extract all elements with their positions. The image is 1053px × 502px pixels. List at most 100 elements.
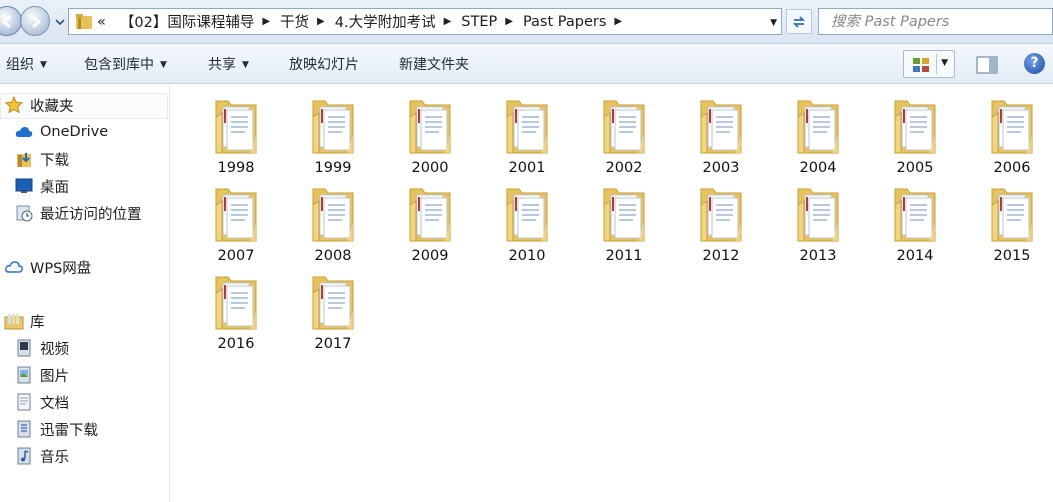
nav-favorites[interactable]: 收藏夹 [4,94,74,116]
search-box[interactable] [818,8,1053,35]
folder-item[interactable]: 2006 [964,91,1053,179]
folder-name: 2013 [799,248,837,264]
nav-label: 迅雷下载 [40,422,98,439]
xunlei-library-icon [14,419,34,439]
folder-icon [312,100,354,154]
command-bar: 组织 ▼ 包含到库中 ▼ 共享 ▼ 放映幻灯片 新建文件夹 ▼ ? [0,44,1053,84]
nav-onedrive[interactable]: OneDrive [14,121,108,143]
chevron-right-icon[interactable]: ▶ [505,16,513,27]
breadcrumb-item[interactable]: 【02】国际课程辅导 [120,11,254,32]
view-dropdown-icon[interactable]: ▼ [941,58,948,68]
nav-label: 桌面 [40,179,69,196]
include-in-library-menu[interactable]: 包含到库中 ▼ [84,54,167,74]
slideshow-button[interactable]: 放映幻灯片 [289,54,359,74]
search-input[interactable] [819,9,1053,34]
nav-label: OneDrive [40,124,109,140]
chevron-right-icon[interactable]: ▶ [614,16,622,27]
caret-down-icon: ▼ [160,60,167,70]
folder-item[interactable]: 2011 [576,179,672,267]
folder-item[interactable]: 1999 [285,91,381,179]
folder-icon [215,100,257,154]
folder-item[interactable]: 2009 [382,179,478,267]
folder-item[interactable]: 2005 [867,91,963,179]
folder-item[interactable]: 2001 [479,91,575,179]
include-in-library-label: 包含到库中 [84,57,154,73]
breadcrumb-item[interactable]: 干货 [280,11,309,32]
nav-music[interactable]: 音乐 [14,445,69,467]
address-dropdown-icon[interactable]: ▼ [770,18,777,28]
organize-menu[interactable]: 组织 ▼ [6,54,47,74]
navigation-pane: 收藏夹 OneDrive 下载 桌面 最近访问的位置 WPS网盘 库 视频 图片… [0,85,170,502]
nav-xunlei-downloads[interactable]: 迅雷下载 [14,418,98,440]
back-button[interactable] [0,6,22,36]
help-button[interactable]: ? [1024,53,1045,74]
change-view-button[interactable]: ▼ [903,50,955,78]
nav-label: 收藏夹 [30,98,74,115]
share-menu[interactable]: 共享 ▼ [208,54,249,74]
folder-name: 2001 [508,160,546,176]
new-folder-button[interactable]: 新建文件夹 [399,54,469,74]
folder-item[interactable]: 2010 [479,179,575,267]
breadcrumb-item[interactable]: STEP [461,14,497,30]
chevron-right-icon[interactable]: ▶ [444,16,452,27]
folder-item[interactable]: 2013 [770,179,866,267]
nav-recent-places[interactable]: 最近访问的位置 [14,202,142,224]
folder-icon [312,188,354,242]
recent-pages-dropdown-icon[interactable] [54,16,66,28]
nav-pictures[interactable]: 图片 [14,364,69,386]
breadcrumb: « 【02】国际课程辅导 ▶ 干货 ▶ 4.大学附加考试 ▶ STEP ▶ Pa… [97,9,632,34]
folder-item[interactable]: 2000 [382,91,478,179]
folder-item[interactable]: 2007 [188,179,284,267]
folder-item[interactable]: 2017 [285,267,381,355]
folder-icon [506,188,548,242]
folder-item[interactable]: 2003 [673,91,769,179]
share-label: 共享 [208,57,236,73]
breadcrumb-item[interactable]: 4.大学附加考试 [335,11,436,32]
folder-item[interactable]: 2016 [188,267,284,355]
folder-item[interactable]: 2012 [673,179,769,267]
nav-libraries[interactable]: 库 [4,310,45,332]
nav-wps-cloud[interactable]: WPS网盘 [4,256,91,278]
folder-name: 2010 [508,248,546,264]
folder-item[interactable]: 1998 [188,91,284,179]
refresh-icon [792,16,806,28]
folder-name: 2016 [217,336,255,352]
folder-icon [797,100,839,154]
nav-label: WPS网盘 [30,260,92,277]
folder-name: 2014 [896,248,934,264]
folder-item[interactable]: 2014 [867,179,963,267]
forward-button[interactable] [20,6,50,36]
folder-icon [603,100,645,154]
folder-name: 2004 [799,160,837,176]
breadcrumb-overflow[interactable]: « [97,14,106,30]
nav-label: 视频 [40,341,69,358]
download-folder-icon [14,149,34,169]
chevron-right-icon[interactable]: ▶ [262,16,270,27]
preview-pane-icon[interactable] [976,56,998,74]
folder-name: 2009 [411,248,449,264]
folder-item[interactable]: 2008 [285,179,381,267]
folder-name: 1998 [217,160,255,176]
nav-desktop[interactable]: 桌面 [14,175,69,197]
folder-item[interactable]: 2002 [576,91,672,179]
folder-item[interactable]: 2015 [964,179,1053,267]
chevron-right-icon[interactable]: ▶ [317,16,325,27]
folder-name: 2005 [896,160,934,176]
nav-downloads[interactable]: 下载 [14,148,69,170]
folder-icon [215,188,257,242]
folder-icon [409,100,451,154]
folder-name: 2002 [605,160,643,176]
cloud-icon [14,122,34,142]
folder-icon [700,100,742,154]
nav-documents[interactable]: 文档 [14,391,69,413]
folder-icon [894,188,936,242]
folder-item[interactable]: 2004 [770,91,866,179]
nav-label: 库 [30,314,45,331]
nav-label: 下载 [40,152,69,169]
breadcrumb-item[interactable]: Past Papers [523,14,606,30]
folder-icon [312,276,354,330]
folder-icon [603,188,645,242]
refresh-button[interactable] [786,9,812,34]
address-box[interactable]: « 【02】国际课程辅导 ▶ 干货 ▶ 4.大学附加考试 ▶ STEP ▶ Pa… [68,8,782,35]
nav-videos[interactable]: 视频 [14,337,69,359]
